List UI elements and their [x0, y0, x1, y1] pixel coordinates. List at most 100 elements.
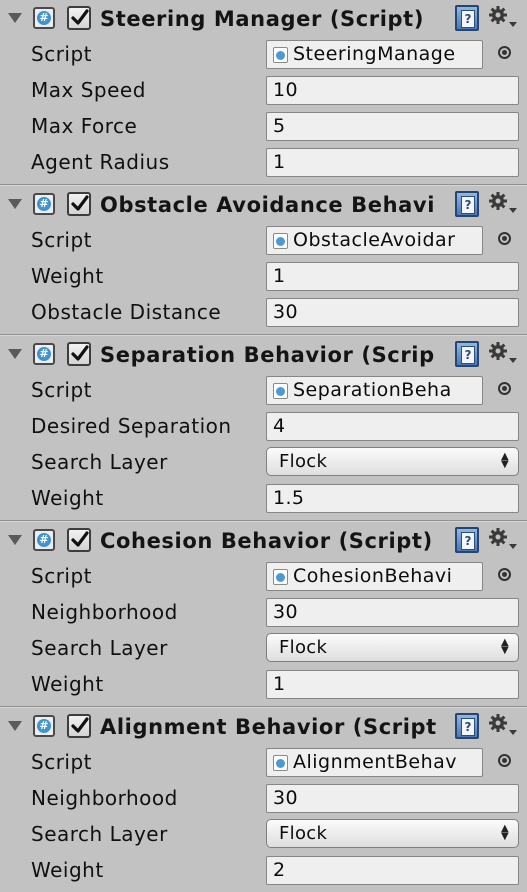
help-book-icon[interactable]: ?: [455, 527, 479, 553]
script-object-field[interactable]: AlignmentBehav: [266, 748, 483, 777]
script-object-field[interactable]: SeparationBeha: [266, 376, 483, 405]
number-field[interactable]: 1: [266, 262, 519, 291]
script-file-icon: [273, 47, 288, 63]
property-label: Search Layer: [31, 450, 168, 474]
component-header: # Alignment Behavior (Script?: [0, 708, 527, 744]
gear-icon[interactable]: [488, 341, 518, 369]
object-picker-icon[interactable]: [498, 46, 511, 59]
script-icon: #: [33, 193, 55, 215]
property-row: Neighborhood 30: [0, 594, 527, 630]
script-object-field[interactable]: ObstacleAvoidar: [266, 226, 483, 255]
property-label: Weight: [31, 672, 104, 696]
property-label: Max Speed: [31, 78, 146, 102]
component-header: # Separation Behavior (Scrip?: [0, 336, 527, 372]
number-field[interactable]: 2: [266, 856, 519, 885]
number-field[interactable]: 30: [266, 784, 519, 813]
help-q-glyph: ?: [461, 718, 475, 736]
help-q-glyph: ?: [461, 196, 475, 214]
property-label: Search Layer: [31, 822, 168, 846]
enabled-checkbox[interactable]: [67, 714, 91, 738]
number-field[interactable]: 5: [266, 112, 519, 141]
foldout-arrow-icon[interactable]: [8, 535, 22, 545]
object-picker-icon[interactable]: [498, 754, 511, 767]
gear-icon[interactable]: [488, 5, 518, 33]
script-name: ObstacleAvoidar: [293, 229, 456, 251]
number-field[interactable]: 10: [266, 76, 519, 105]
component-header: # Obstacle Avoidance Behavi?: [0, 186, 527, 222]
help-book-icon[interactable]: ?: [455, 5, 479, 31]
property-row: Weight 1: [0, 258, 527, 294]
script-icon: #: [33, 343, 55, 365]
property-row: Agent Radius 1: [0, 144, 527, 180]
component-header: # Steering Manager (Script)?: [0, 0, 527, 36]
property-row: Script ObstacleAvoidar: [0, 222, 527, 258]
enabled-checkbox[interactable]: [67, 6, 91, 30]
number-field[interactable]: 1: [266, 148, 519, 177]
number-field[interactable]: 30: [266, 598, 519, 627]
component-title: Separation Behavior (Scrip: [100, 343, 435, 367]
number-field[interactable]: 4: [266, 412, 519, 441]
foldout-arrow-icon[interactable]: [8, 199, 22, 209]
foldout-arrow-icon[interactable]: [8, 13, 22, 23]
hash-glyph: #: [37, 11, 51, 25]
component-title: Steering Manager (Script): [100, 7, 425, 31]
property-label: Script: [31, 228, 93, 252]
component-1: # Obstacle Avoidance Behavi? Script Obstacl…: [0, 186, 527, 330]
help-book-icon[interactable]: ?: [455, 713, 479, 739]
foldout-arrow-icon[interactable]: [8, 349, 22, 359]
property-row: Weight 1: [0, 666, 527, 702]
number-field[interactable]: 1.5: [266, 484, 519, 513]
script-file-icon: [273, 383, 288, 399]
component-title: Obstacle Avoidance Behavi: [100, 193, 436, 217]
layer-dropdown[interactable]: Flock ▲ ▼: [266, 819, 519, 848]
help-q-glyph: ?: [461, 346, 475, 364]
gear-icon[interactable]: [488, 713, 518, 741]
help-book-icon[interactable]: ?: [455, 341, 479, 367]
property-label: Neighborhood: [31, 786, 178, 810]
property-row: Search Layer Flock ▲ ▼: [0, 816, 527, 852]
enabled-checkbox[interactable]: [67, 192, 91, 216]
object-picker-icon[interactable]: [498, 232, 511, 245]
component-title: Alignment Behavior (Script: [100, 715, 437, 739]
dropdown-value: Flock: [279, 451, 328, 472]
object-picker-icon[interactable]: [498, 568, 511, 581]
help-q-glyph: ?: [461, 532, 475, 550]
component-2: # Separation Behavior (Scrip? Script Separa…: [0, 336, 527, 516]
dropdown-value: Flock: [279, 823, 328, 844]
script-icon: #: [33, 7, 55, 29]
object-picker-icon[interactable]: [498, 382, 511, 395]
script-file-icon: [273, 569, 288, 585]
property-row: Search Layer Flock ▲ ▼: [0, 630, 527, 666]
help-book-icon[interactable]: ?: [455, 191, 479, 217]
updown-arrows-icon: ▲ ▼: [501, 451, 509, 470]
enabled-checkbox[interactable]: [67, 528, 91, 552]
gear-icon[interactable]: [488, 191, 518, 219]
script-name: SteeringManage: [293, 43, 456, 65]
property-label: Neighborhood: [31, 600, 178, 624]
gear-icon[interactable]: [488, 527, 518, 555]
foldout-arrow-icon[interactable]: [8, 721, 22, 731]
hash-glyph: #: [37, 719, 51, 733]
script-object-field[interactable]: CohesionBehavi: [266, 562, 483, 591]
property-label: Script: [31, 42, 93, 66]
property-row: Weight 1.5: [0, 480, 527, 516]
property-row: Desired Separation 4: [0, 408, 527, 444]
number-field[interactable]: 1: [266, 670, 519, 699]
property-row: Search Layer Flock ▲ ▼: [0, 444, 527, 480]
number-field[interactable]: 30: [266, 298, 519, 327]
property-label: Script: [31, 378, 93, 402]
component-0: # Steering Manager (Script)? Script Steerin…: [0, 0, 527, 180]
script-file-icon: [273, 755, 288, 771]
property-row: Neighborhood 30: [0, 780, 527, 816]
layer-dropdown[interactable]: Flock ▲ ▼: [266, 447, 519, 476]
property-label: Weight: [31, 486, 104, 510]
script-icon: #: [33, 529, 55, 551]
property-row: Script SteeringManage: [0, 36, 527, 72]
updown-arrows-icon: ▲ ▼: [501, 823, 509, 842]
updown-arrows-icon: ▲ ▼: [501, 637, 509, 656]
layer-dropdown[interactable]: Flock ▲ ▼: [266, 633, 519, 662]
help-q-glyph: ?: [461, 10, 475, 28]
enabled-checkbox[interactable]: [67, 342, 91, 366]
script-object-field[interactable]: SteeringManage: [266, 40, 483, 69]
property-label: Obstacle Distance: [31, 300, 222, 324]
